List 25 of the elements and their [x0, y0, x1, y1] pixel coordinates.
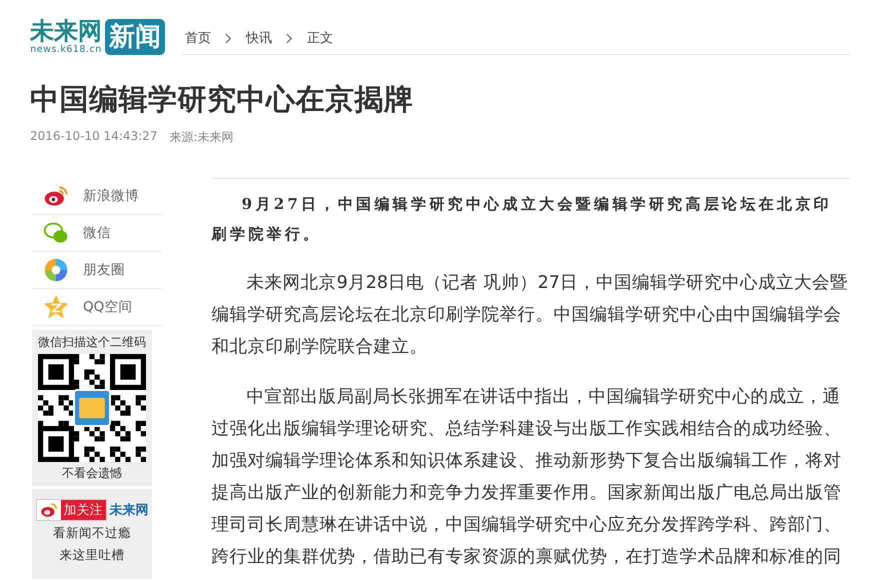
lead-paragraph: 9月27日，中国编辑学研究中心成立大会暨编辑学研究高层论坛在北京印刷学院举行。	[212, 194, 833, 245]
chevron-icon	[286, 32, 293, 44]
breadcrumb-link[interactable]: 首页	[185, 29, 211, 47]
logo-name: 未来网	[30, 18, 102, 44]
promo-text: 来这里吐槽	[60, 546, 124, 564]
logo-badge: 新闻	[105, 18, 165, 54]
star-icon	[41, 294, 71, 320]
share-item[interactable]: 新浪微博	[32, 178, 162, 215]
qr-caption: 微信扫描这个二维码	[38, 334, 146, 351]
publish-date: 2016-10-10 14:43:27	[30, 129, 158, 145]
breadcrumb-link[interactable]: 正文	[307, 29, 333, 47]
account-name: 未来网	[110, 502, 148, 519]
article-paragraph: 未来网北京9月28日电（记者 巩帅）27日，中国编辑学研究中心成立大会暨编辑学研究高层论坛在北京印刷学院举行。中国编辑学研究中心由中国编辑学会和北京印刷学院联合建立。	[212, 272, 849, 359]
promo-text: 看新闻不过瘾	[53, 524, 131, 542]
chevron-icon	[225, 32, 232, 44]
article-paragraph: 中宣部出版局副局长张拥军在讲话中指出，中国编辑学研究中心的成立，通过强化出版编辑学理论研究、总结学科建设与出版工作实践相结合的成功经验、加强对编辑学理论体系和知识体系建设、推动新形势下复合出版编辑工作，将对提高出版产业的创新能力和竞争力发挥重要作用。国家新闻出版广电总局出版管理司司长周慧琳在讲话中说，中国编辑学研究中心应充分发挥跨学科、跨部门、跨行业的集群优势，借助已有专家资源的禀赋优势，在打造学术品牌和标准的同	[212, 386, 843, 569]
follow-button[interactable]: 加关注	[36, 499, 106, 521]
qr-caption: 不看会遗憾	[62, 465, 122, 482]
share-item[interactable]: 朋友圈	[32, 252, 162, 289]
share-item[interactable]: 微信	[32, 215, 162, 252]
share-item[interactable]: QQ空间	[32, 289, 162, 326]
breadcrumb-link[interactable]: 快讯	[246, 29, 272, 47]
article-title: 中国编辑学研究中心在京揭牌	[30, 81, 414, 117]
article-source: 来源:未来网	[169, 129, 234, 146]
logo-domain: news.k618.cn	[30, 44, 102, 55]
